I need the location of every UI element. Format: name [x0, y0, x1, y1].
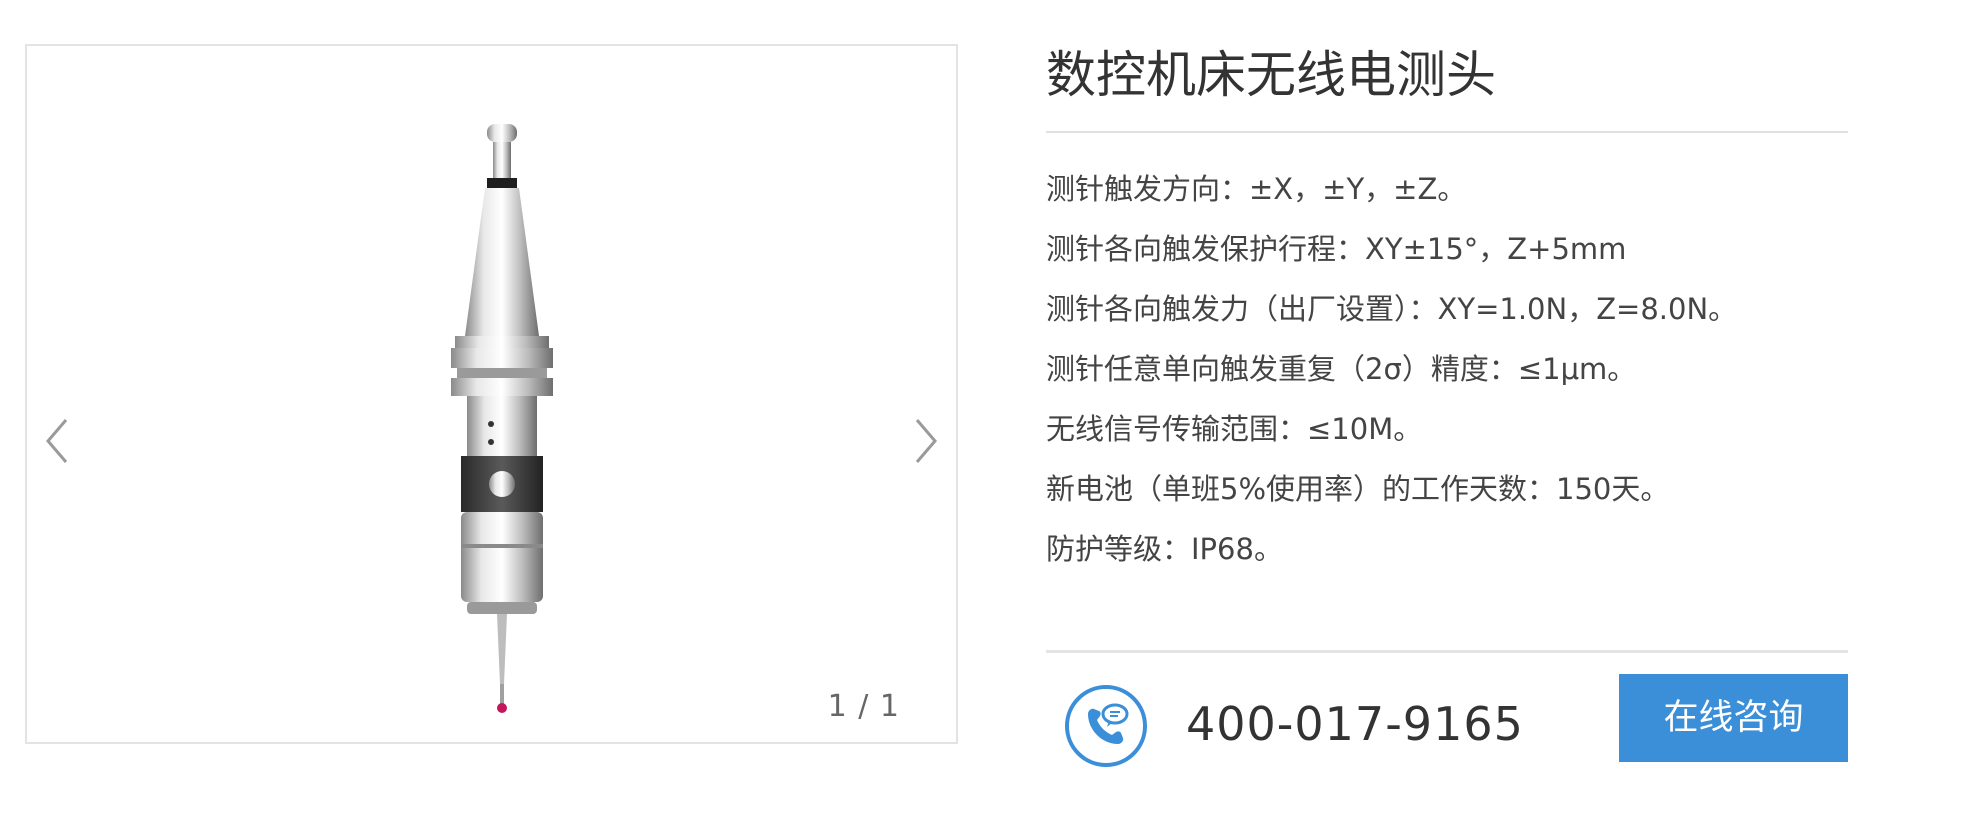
spec-item: 测针各向触发力（出厂设置）：XY=1.0N，Z=8.0N。 [1046, 292, 1738, 326]
cnc-probe-image [451, 124, 553, 713]
contact-bar: 400-017-9165 在线咨询 [1046, 674, 1848, 774]
product-page: 1 / 1 数控机床无线电测头 测针触发方向：±X，±Y，±Z。 测针各向触发保… [0, 0, 1988, 832]
spec-item: 新电池（单班5%使用率）的工作天数：150天。 [1046, 472, 1670, 506]
spec-item: 测针触发方向：±X，±Y，±Z。 [1046, 172, 1467, 206]
chevron-right-icon [915, 419, 937, 463]
spec-item: 防护等级：IP68。 [1046, 532, 1283, 566]
spec-list: 测针触发方向：±X，±Y，±Z。 测针各向触发保护行程：XY±15°，Z+5mm… [1046, 159, 1848, 579]
product-image [427, 124, 577, 714]
prev-image-button[interactable] [42, 414, 72, 468]
title-divider [1046, 131, 1848, 133]
image-pager: 1 / 1 [827, 689, 900, 724]
spec-item: 测针各向触发保护行程：XY±15°，Z+5mm [1046, 232, 1627, 266]
phone-number[interactable]: 400-017-9165 [1186, 694, 1524, 754]
next-image-button[interactable] [911, 414, 941, 468]
chevron-left-icon [46, 419, 68, 463]
contact-divider [1046, 650, 1848, 653]
product-title: 数控机床无线电测头 [1046, 46, 1496, 104]
online-consult-button[interactable]: 在线咨询 [1619, 674, 1848, 762]
spec-item: 测针任意单向触发重复（2σ）精度：≤1μm。 [1046, 352, 1637, 386]
product-details: 数控机床无线电测头 测针触发方向：±X，±Y，±Z。 测针各向触发保护行程：XY… [1046, 44, 1848, 767]
phone-chat-icon [1064, 684, 1148, 768]
spec-item: 无线信号传输范围：≤10M。 [1046, 412, 1423, 446]
product-gallery: 1 / 1 [25, 44, 958, 744]
